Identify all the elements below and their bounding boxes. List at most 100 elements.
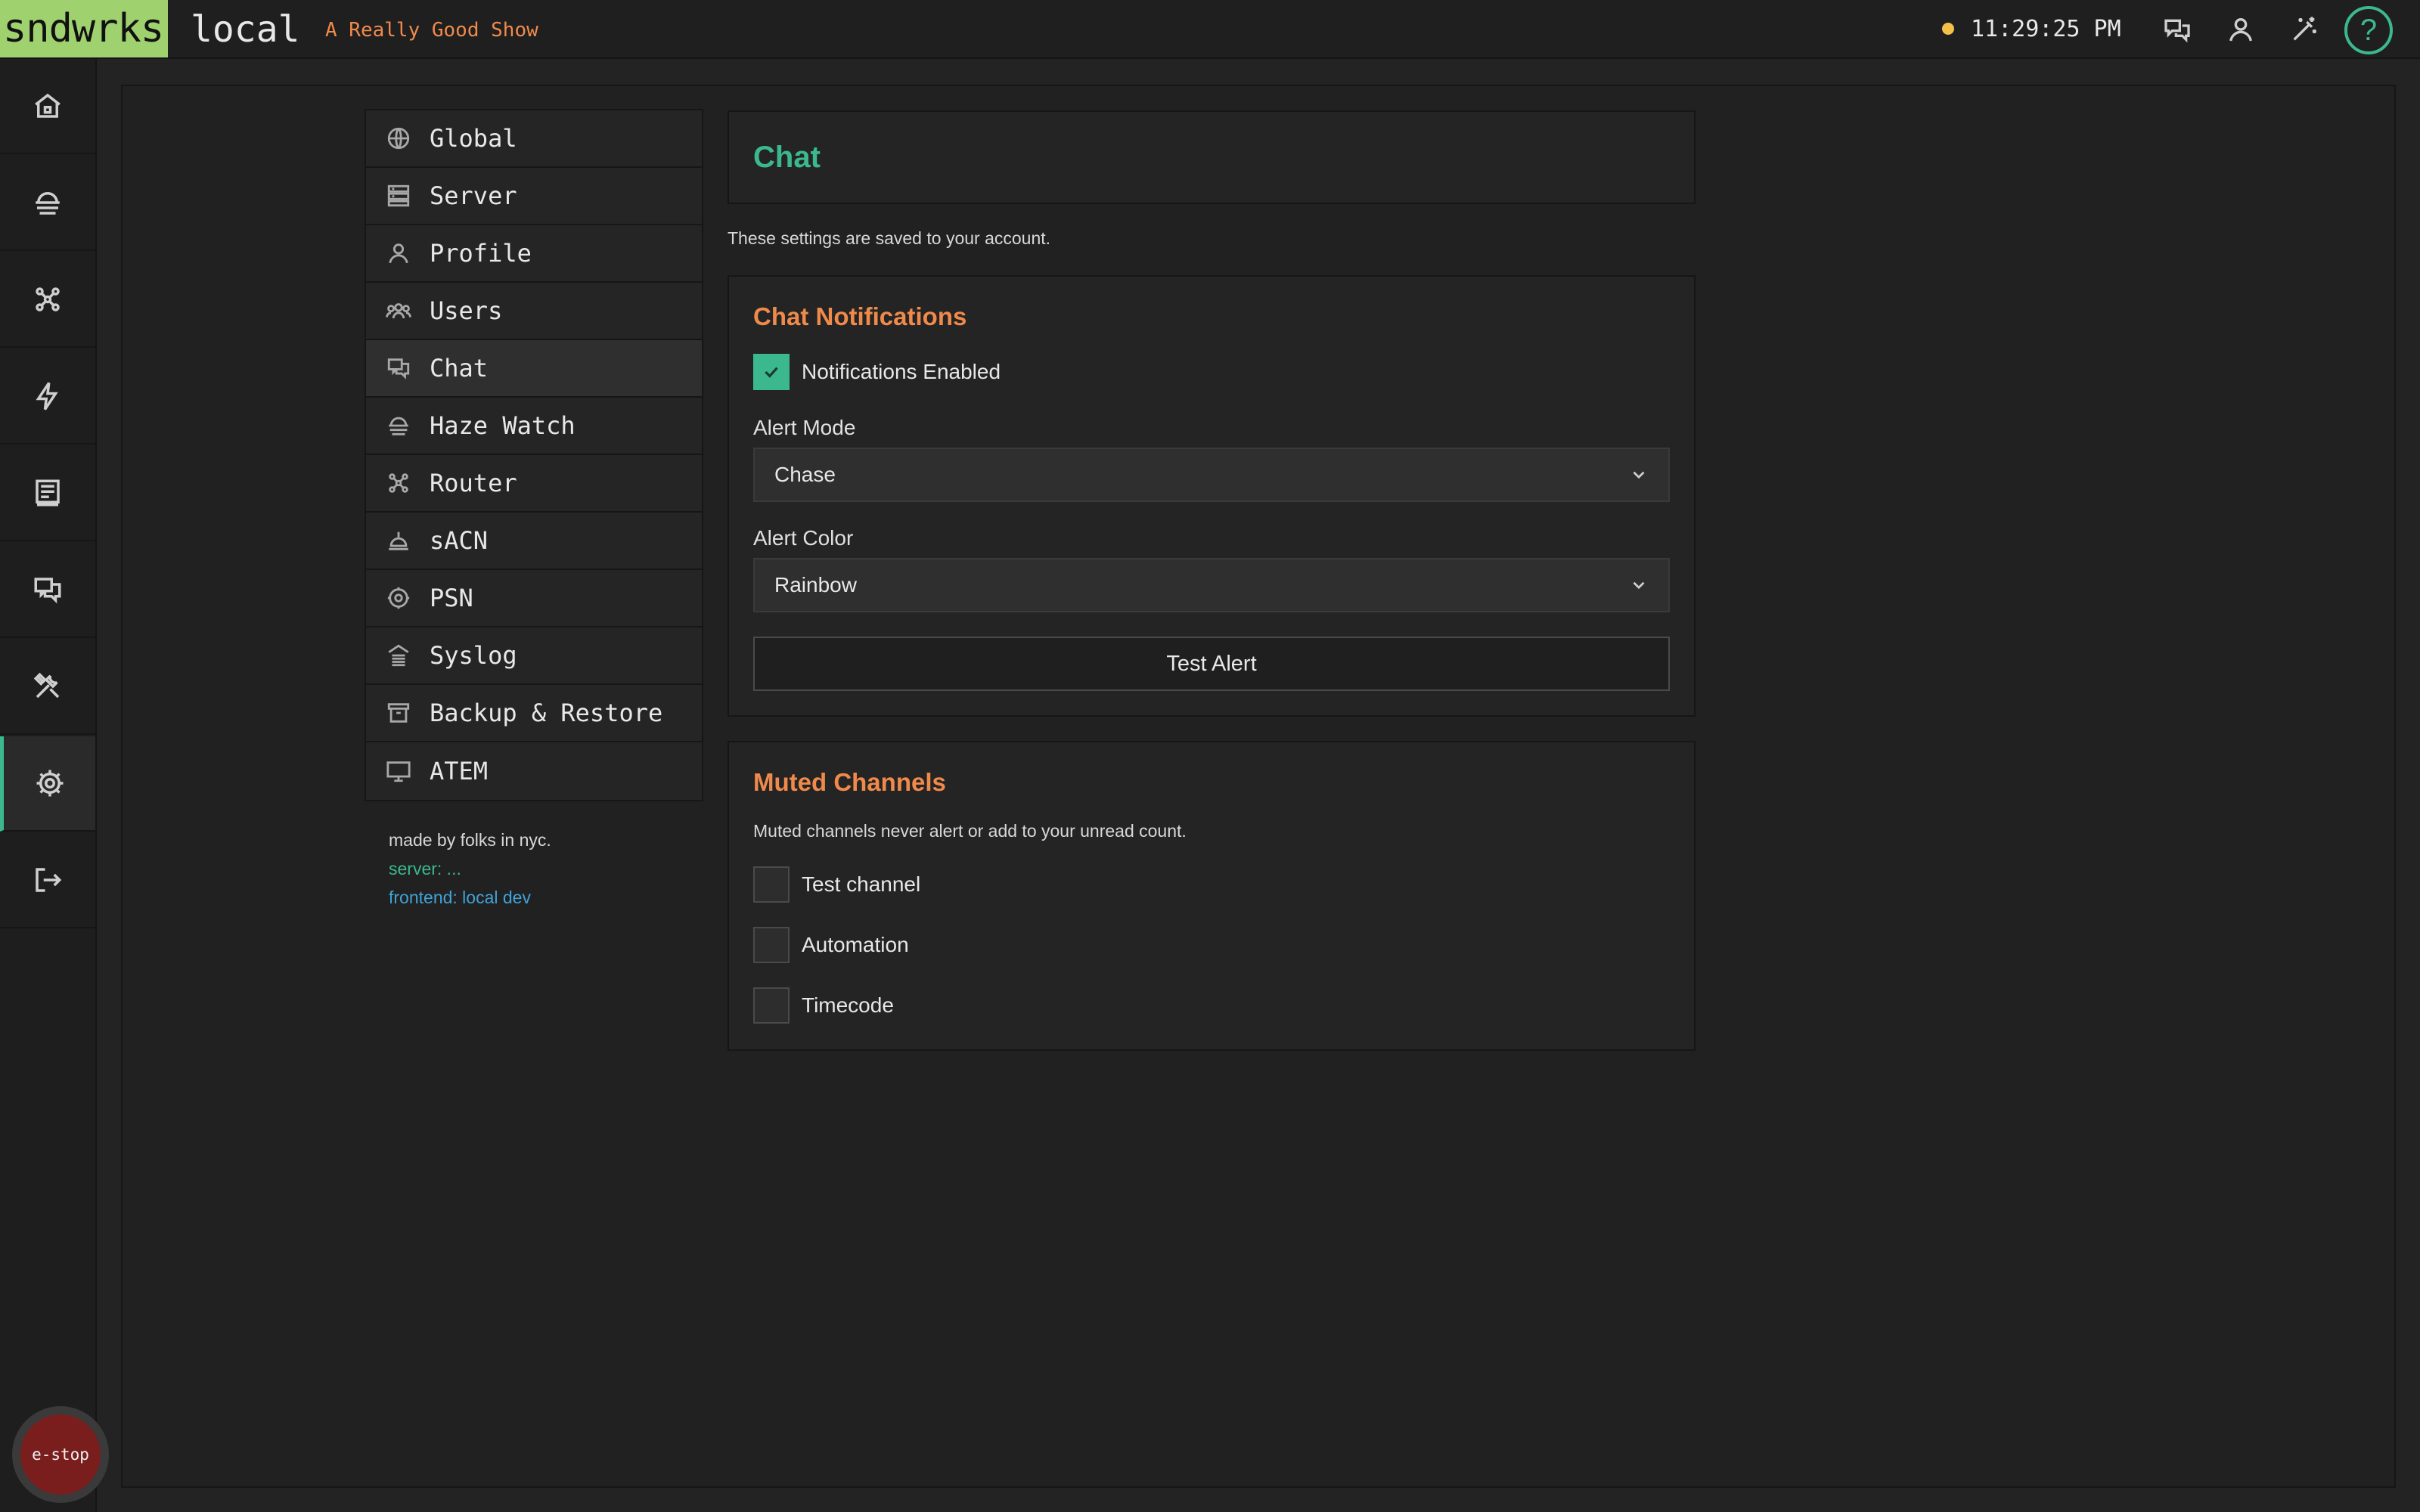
users-icon [386,303,411,319]
left-rail [0,59,97,1512]
muted-channel-checkbox[interactable] [753,927,790,963]
globe-icon [387,127,410,150]
section-title: Chat Notifications [753,302,967,330]
alert-mode-label: Alert Mode [753,416,856,439]
lightning-icon [36,382,58,411]
credits: made by folks in nyc. server: ... fronte… [389,826,551,912]
haze-icon [36,192,60,215]
page-title-panel: Chat [728,110,1696,204]
nav-item-label: sACN [430,526,489,555]
user-icon[interactable] [2223,12,2258,47]
monitor-icon [36,479,60,507]
rail-displays[interactable] [0,446,95,541]
router-icon [36,287,60,311]
chat-icon [387,358,410,380]
notifications-enabled-toggle[interactable]: Notifications Enabled [753,354,1001,390]
nav-item-label: Global [430,124,517,153]
alert-color-value: Rainbow [774,573,857,596]
alert-color-select[interactable]: Rainbow [753,558,1670,612]
nav-item-global[interactable]: Global [366,110,702,168]
lamp-icon [389,531,408,550]
nav-item-label: PSN [430,584,473,612]
muted-channel-checkbox[interactable] [753,866,790,903]
server-icon [387,184,410,207]
test-alert-button[interactable]: Test Alert [753,637,1670,691]
notifications-enabled-checkbox[interactable] [753,354,790,390]
nav-item-router[interactable]: Router [366,455,702,513]
nav-item-label: Router [430,469,517,497]
muted-channel-row[interactable]: Test channel [753,866,920,903]
muted-channel-row[interactable]: Timecode [753,987,894,1024]
settings-nav: Global Server Profile Users Chat Haze Wa… [365,109,703,801]
nav-item-chat[interactable]: Chat [366,340,702,398]
nav-item-label: Haze Watch [430,411,576,440]
muted-channels-description: Muted channels never alert or add to you… [753,821,1187,841]
nav-item-sacn[interactable]: sACN [366,513,702,570]
nav-item-label: ATEM [430,757,489,785]
chat-icon [34,578,61,604]
nav-item-atem[interactable]: ATEM [366,742,702,800]
instance-name: local [191,8,300,51]
chevron-down-icon [1633,581,1645,590]
nav-item-label: Chat [430,354,489,383]
muted-channels-panel: Muted Channels Muted channels never aler… [728,741,1696,1051]
help-icon[interactable]: ? [2344,6,2393,54]
nav-item-label: Server [430,181,517,210]
nav-item-label: Syslog [430,641,517,670]
rail-tools[interactable] [0,640,95,735]
nav-item-profile[interactable]: Profile [366,225,702,283]
credit-made-by: made by folks in nyc. [389,830,551,850]
page-title: Chat [753,141,821,174]
nav-item-users[interactable]: Users [366,283,702,340]
muted-channel-label: Timecode [802,993,894,1017]
chevron-down-icon [1633,471,1645,479]
brand-logo[interactable]: sndwrks [0,0,168,57]
alert-mode-value: Chase [774,463,836,486]
clock: 11:29:25 PM [1971,16,2121,42]
user-icon [389,243,408,264]
alert-mode-select[interactable]: Chase [753,448,1670,502]
estop-button[interactable]: e-stop [12,1406,109,1503]
nav-item-label: Backup & Restore [430,699,663,727]
rail-haze-watch[interactable] [0,156,95,251]
muted-channel-label: Automation [802,933,909,956]
router-icon [389,473,408,493]
magic-wand-icon[interactable] [2287,12,2322,47]
nav-item-label: Users [430,296,503,325]
muted-channel-label: Test channel [802,872,921,896]
gear-icon [36,770,63,797]
top-bar: sndwrks local A Really Good Show 11:29:2… [0,0,2420,59]
show-name: A Really Good Show [325,19,538,42]
muted-channel-checkbox[interactable] [753,987,790,1024]
display-icon [386,761,411,782]
credit-server-version: server: ... [389,859,461,878]
syslog-icon [388,644,409,667]
rail-home[interactable] [0,59,95,154]
account-note: These settings are saved to your account… [728,228,1051,248]
target-icon [387,587,410,609]
nav-item-backup-restore[interactable]: Backup & Restore [366,685,702,742]
rail-chat[interactable] [0,543,95,638]
logout-icon [36,868,62,892]
section-title: Muted Channels [753,768,946,796]
nav-item-haze-watch[interactable]: Haze Watch [366,398,702,455]
rail-router[interactable] [0,253,95,348]
notifications-enabled-label: Notifications Enabled [802,360,1001,383]
tools-icon [33,672,60,699]
chat-notifications-panel: Chat Notifications Notifications Enabled… [728,275,1696,717]
chat-icon[interactable] [2160,12,2195,47]
nav-item-syslog[interactable]: Syslog [366,627,702,685]
nav-item-psn[interactable]: PSN [366,570,702,627]
alert-color-label: Alert Color [753,526,854,550]
nav-item-server[interactable]: Server [366,168,702,225]
muted-channel-row[interactable]: Automation [753,927,909,963]
archive-icon [387,703,410,723]
check-icon [765,367,778,378]
rail-triggers[interactable] [0,349,95,445]
haze-icon [389,417,408,435]
rail-settings[interactable] [0,736,95,832]
connection-status-dot [1942,23,1954,35]
home-icon [35,93,60,118]
credit-frontend-version: frontend: local dev [389,888,531,907]
rail-logout[interactable] [0,833,95,928]
